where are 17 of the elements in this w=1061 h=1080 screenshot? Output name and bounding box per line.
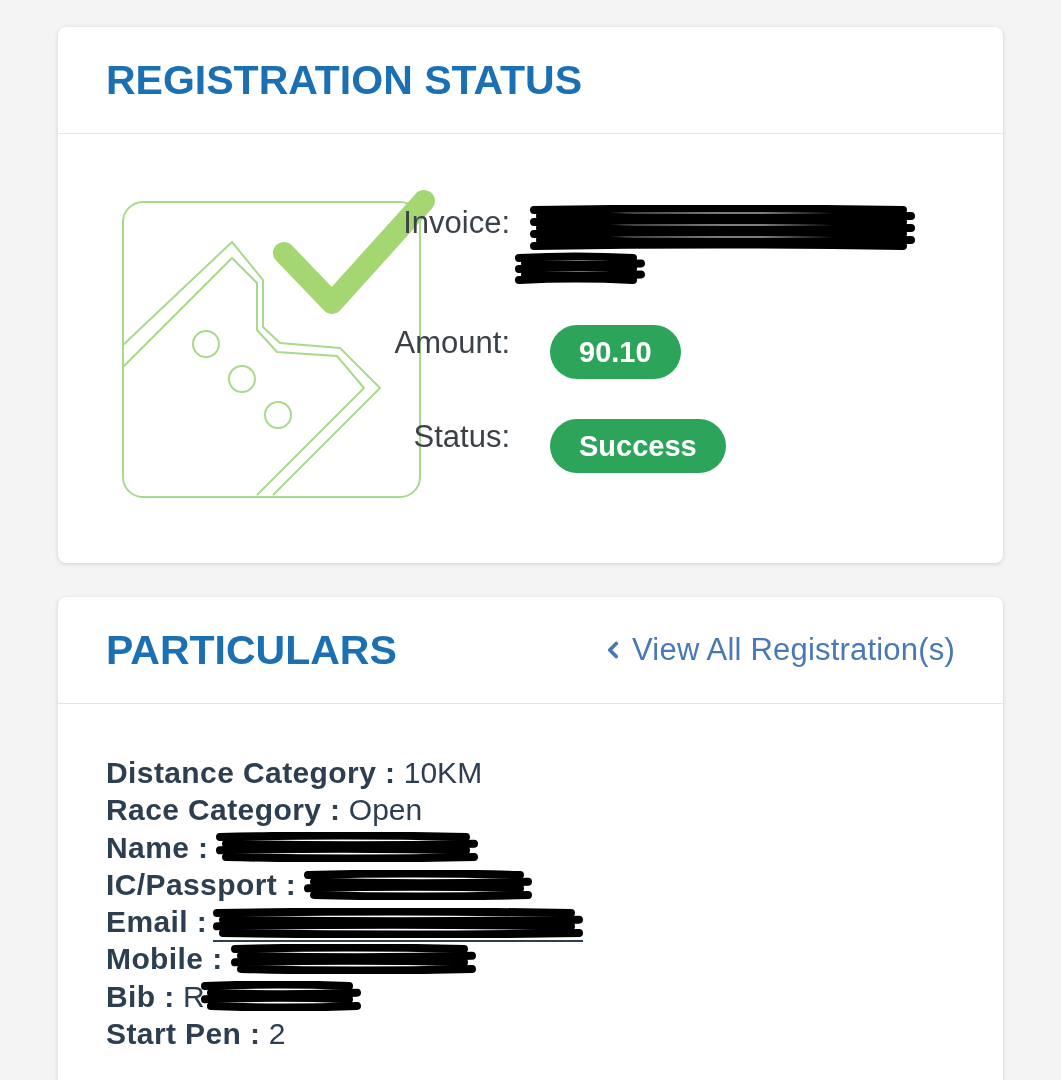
field-label: Start Pen :: [106, 1016, 261, 1053]
status-pill: Success: [550, 419, 726, 473]
field-label: IC/Passport :: [106, 866, 297, 903]
card-title: REGISTRATION STATUS: [106, 56, 583, 104]
field-label: Distance Category :: [106, 755, 396, 791]
field-value: 2: [268, 1016, 286, 1053]
field-value: 10KM: [403, 755, 483, 791]
field-label: Email :: [106, 904, 208, 941]
field-label: Bib :: [106, 978, 175, 1015]
field-label: Mobile :: [106, 941, 223, 978]
field-label: Race Category :: [106, 792, 341, 829]
field-value: R: [183, 978, 205, 1015]
status-pill: 90.10: [550, 325, 681, 379]
card-title: PARTICULARS: [106, 626, 397, 674]
field-label: Name :: [106, 829, 209, 866]
view-all-registrations-link[interactable]: View All Registration(s): [606, 631, 955, 669]
field-value: Open: [348, 792, 423, 829]
